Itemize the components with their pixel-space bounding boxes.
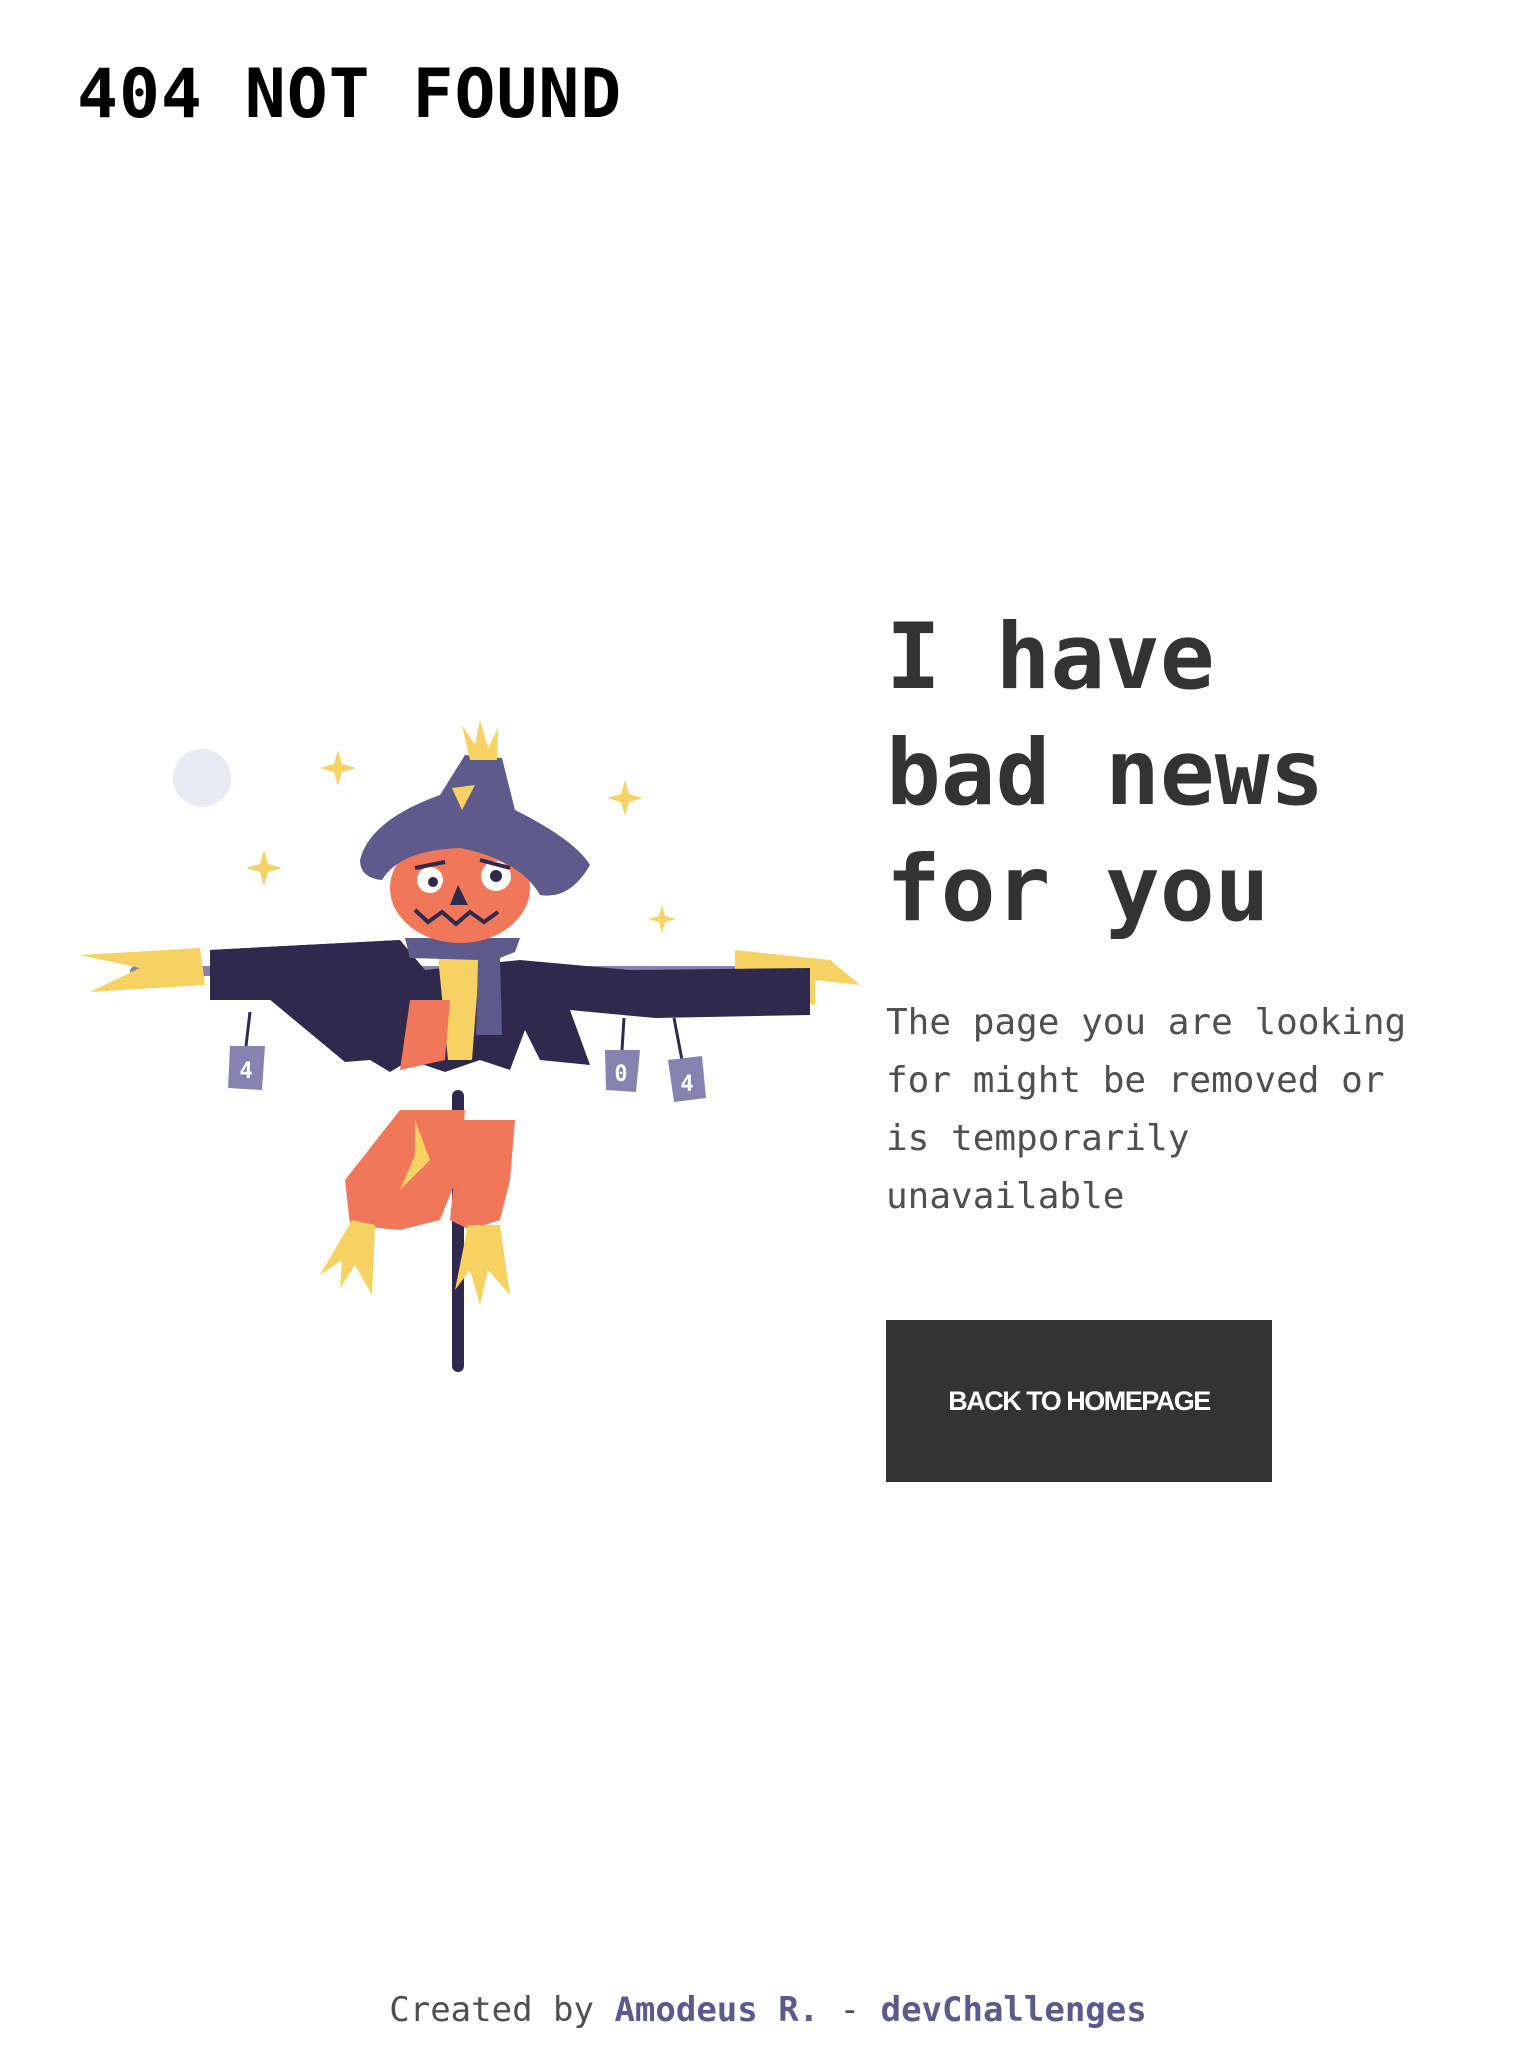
- scarecrow-illustration: 4 0 4: [80, 720, 860, 1372]
- description-line: is temporarily: [886, 1118, 1190, 1159]
- devchallenges-link[interactable]: devChallenges: [881, 1990, 1147, 2030]
- can-label-4b: 4: [680, 1072, 693, 1097]
- headline-line: for you: [886, 837, 1270, 942]
- straw-feet: [320, 1220, 510, 1305]
- can-label-4a: 4: [239, 1059, 252, 1084]
- description: The page you are looking for might be re…: [886, 994, 1486, 1226]
- description-line: for might be removed or: [886, 1060, 1385, 1101]
- scarecrow-legs: [345, 1110, 465, 1230]
- headline: I have bad news for you: [886, 600, 1324, 948]
- site-title: 404 NOT FOUND: [77, 55, 623, 134]
- can-label-0: 0: [614, 1062, 627, 1087]
- description-line: The page you are looking: [886, 1002, 1407, 1043]
- footer-separator: -: [839, 1990, 861, 2030]
- footer-created-by: Created by: [389, 1990, 594, 2030]
- description-line: unavailable: [886, 1176, 1125, 1217]
- back-to-homepage-button[interactable]: BACK TO HOMEPAGE: [886, 1320, 1272, 1482]
- author-link[interactable]: Amodeus R.: [614, 1990, 819, 2030]
- headline-line: bad news: [886, 721, 1325, 826]
- moon-icon: [173, 749, 231, 807]
- headline-line: I have: [886, 605, 1215, 710]
- footer: Created by Amodeus R. - devChallenges: [0, 1985, 1536, 2035]
